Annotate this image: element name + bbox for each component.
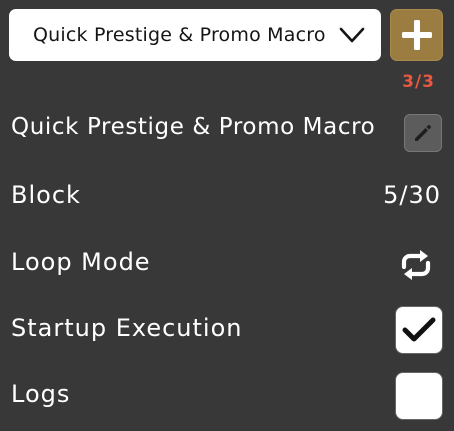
- chevron-down-icon: [339, 27, 365, 43]
- checkmark-icon: [402, 317, 436, 342]
- logs-checkbox[interactable]: [395, 372, 443, 420]
- block-label: Block: [11, 181, 81, 209]
- macro-select-value: Quick Prestige & Promo Macro: [33, 24, 326, 46]
- pencil-icon: [415, 125, 431, 141]
- edit-name-button[interactable]: [404, 114, 442, 152]
- loop-mode-label: Loop Mode: [11, 248, 151, 276]
- macro-count-badge: 3/3: [402, 72, 435, 92]
- logs-label: Logs: [11, 380, 71, 408]
- startup-execution-checkbox[interactable]: [395, 306, 443, 354]
- block-value: 5/30: [383, 181, 441, 209]
- startup-execution-label: Startup Execution: [11, 314, 243, 342]
- add-macro-button[interactable]: [390, 9, 443, 61]
- macro-select-dropdown[interactable]: Quick Prestige & Promo Macro: [9, 9, 381, 61]
- plus-icon: [401, 20, 432, 50]
- macro-name-label: Quick Prestige & Promo Macro: [11, 114, 376, 140]
- repeat-icon[interactable]: [396, 245, 436, 285]
